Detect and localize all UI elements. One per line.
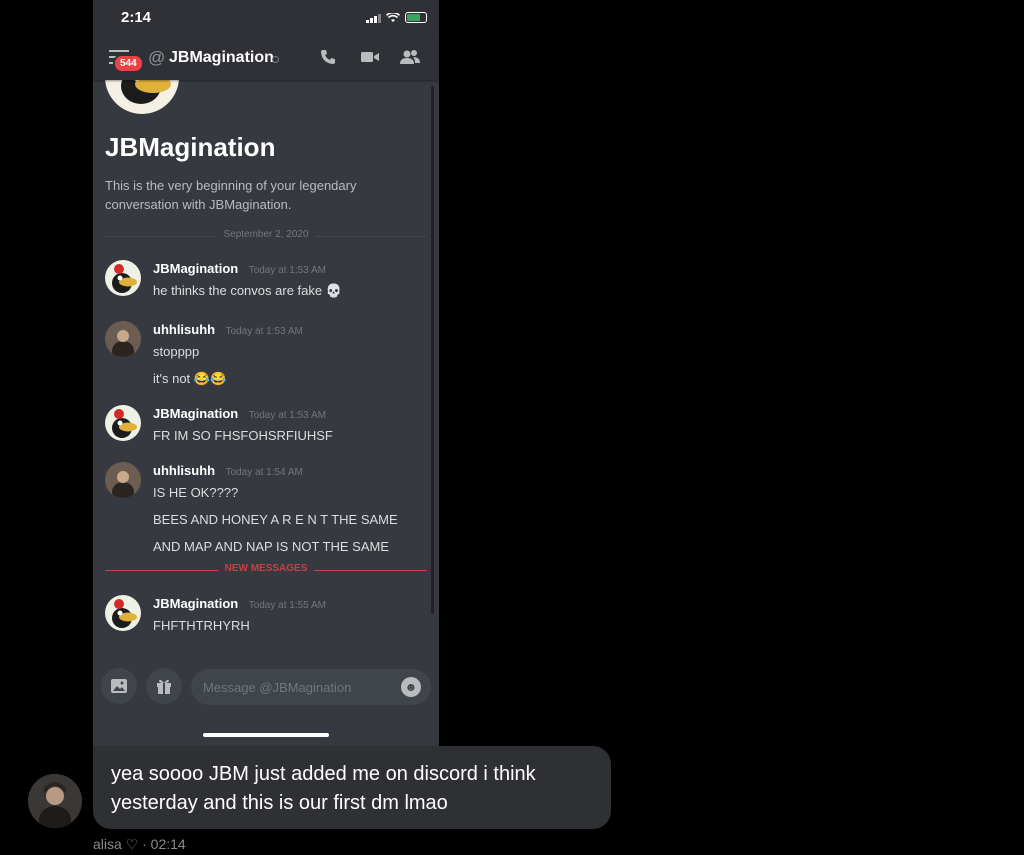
status-time: 2:14	[121, 9, 152, 26]
avatar[interactable]	[105, 321, 141, 357]
date-divider: September 2, 2020	[105, 229, 427, 240]
image-icon[interactable]	[101, 668, 137, 704]
dm-title[interactable]: JBMagination	[169, 49, 274, 67]
message-input[interactable]	[191, 669, 431, 705]
message-text: he thinks the convos are fake 💀	[153, 283, 342, 298]
message-text: FHFTHTRHYRH	[153, 618, 250, 633]
wifi-icon	[386, 12, 400, 22]
sender-avatar[interactable]	[28, 774, 82, 828]
at-icon: @	[148, 48, 166, 67]
message-author[interactable]: JBMagination	[153, 596, 238, 611]
emoji-icon[interactable]: ☻	[401, 677, 421, 697]
ios-status-bar: 2:14	[93, 0, 439, 38]
message-text: AND MAP AND NAP IS NOT THE SAME	[153, 539, 389, 554]
message-timestamp: Today at 1:53 AM	[248, 410, 326, 421]
message-list[interactable]: JBMagination This is the very beginning …	[93, 40, 439, 660]
avatar[interactable]	[105, 595, 141, 631]
avatar[interactable]	[105, 405, 141, 441]
offline-status-icon	[272, 56, 279, 63]
gift-icon[interactable]	[146, 668, 182, 704]
new-messages-label: NEW MESSAGES	[218, 563, 314, 574]
message-text: IS HE OK????	[153, 485, 239, 500]
message-text: BEES AND HONEY A R E N T THE SAME	[153, 512, 398, 527]
message-author[interactable]: JBMagination	[153, 261, 238, 276]
phone-call-icon[interactable]	[317, 48, 339, 70]
chat-header: 544 @ JBMagination	[93, 38, 439, 80]
avatar[interactable]	[105, 462, 141, 498]
message-timestamp: Today at 1:55 AM	[248, 600, 326, 611]
intro-title: JBMagination	[105, 132, 276, 162]
bubble-text: yea soooo JBM just added me on discord i…	[111, 763, 536, 814]
message-bubble[interactable]: yea soooo JBM just added me on discord i…	[93, 746, 611, 829]
intro-text: This is the very beginning of your legen…	[105, 178, 357, 212]
unread-badge: 544	[113, 54, 144, 73]
home-indicator	[203, 733, 329, 737]
message-timestamp: Today at 1:53 AM	[225, 326, 303, 337]
video-camera-icon[interactable]	[359, 48, 381, 70]
members-icon[interactable]	[399, 48, 421, 70]
cellular-signal-icon	[366, 13, 381, 23]
new-messages-divider: NEW MESSAGES	[105, 563, 427, 574]
battery-icon	[405, 12, 427, 23]
message-timestamp: Today at 1:54 AM	[225, 467, 303, 478]
message-composer: ☻	[93, 660, 439, 748]
message-meta: alisa ♡ · 02:14	[93, 836, 186, 852]
message-text: stopppp	[153, 344, 200, 359]
discord-screenshot: 2:14 544 @ JBMagination JBMagination Thi…	[93, 0, 439, 748]
message-timestamp: Today at 1:53 AM	[248, 265, 326, 276]
status-icons	[366, 12, 427, 23]
message-author[interactable]: uhhlisuhh	[153, 463, 215, 478]
message-author[interactable]: uhhlisuhh	[153, 322, 215, 337]
date-divider-label: September 2, 2020	[217, 229, 315, 240]
scrollbar[interactable]	[431, 86, 434, 614]
message-text: it's not 😂😂	[153, 371, 227, 386]
avatar[interactable]	[105, 260, 141, 296]
message-author[interactable]: JBMagination	[153, 406, 238, 421]
message-text: FR IM SO FHSFOHSRFIUHSF	[153, 428, 333, 443]
